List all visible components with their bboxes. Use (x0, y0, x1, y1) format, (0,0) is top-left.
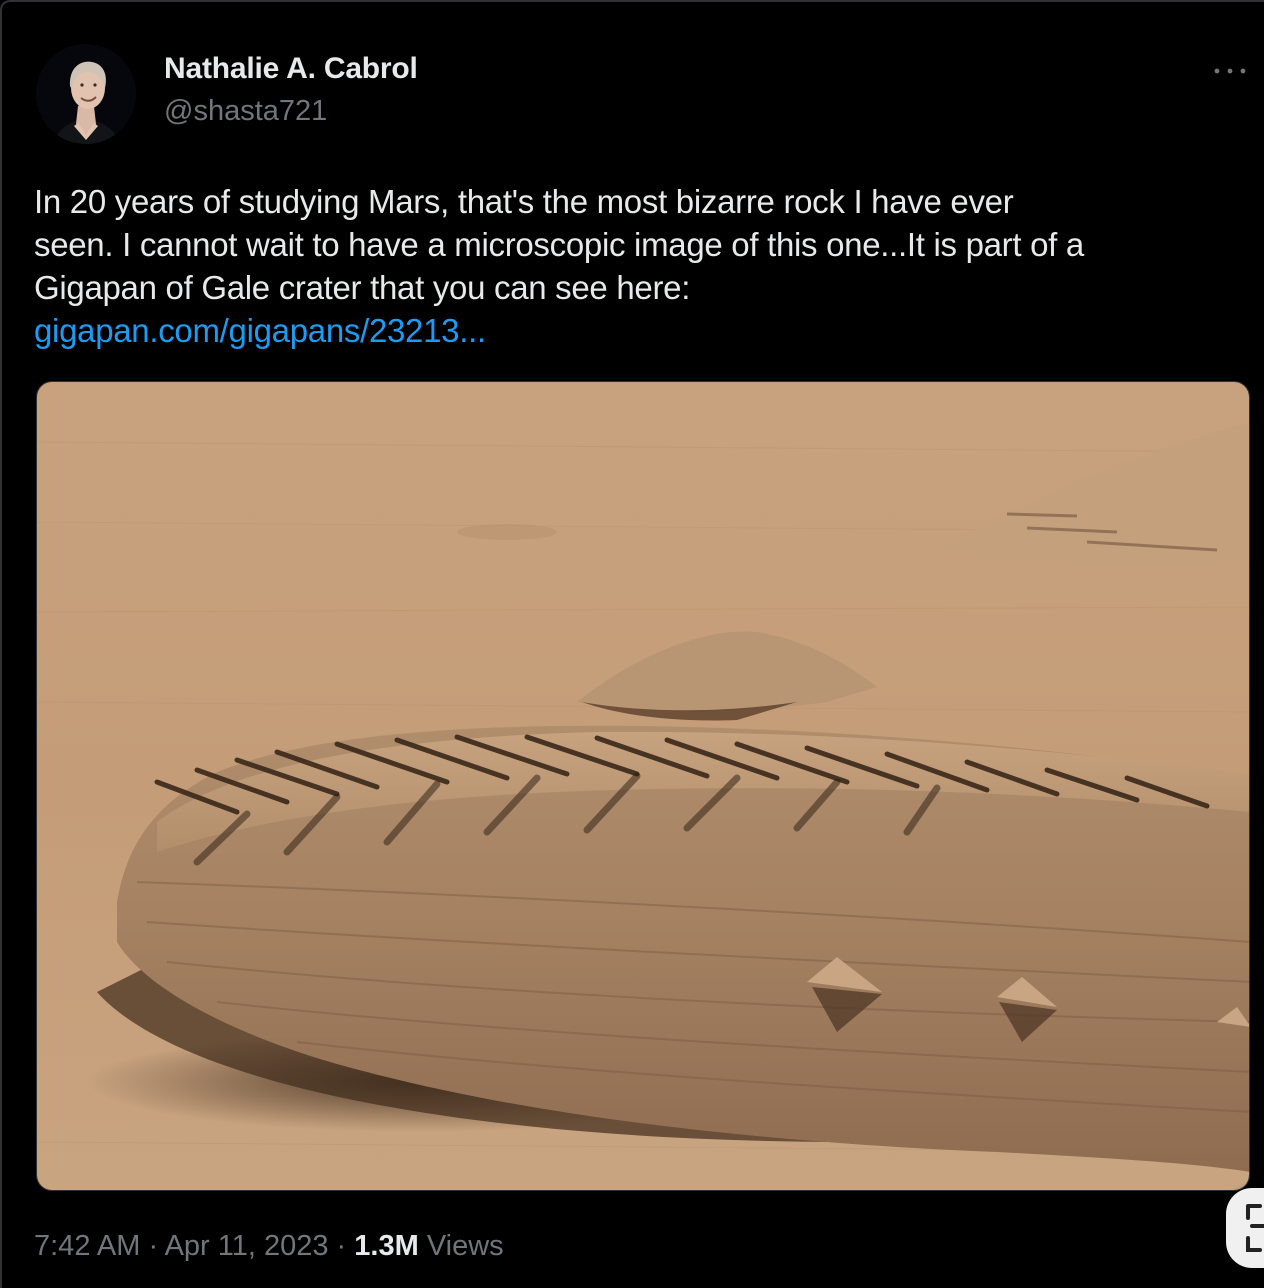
tweet-meta: 7:42 AM · Apr 11, 2023 · 1.3M Views (34, 1230, 504, 1263)
tweet-date[interactable]: Apr 11, 2023 (165, 1230, 329, 1262)
mars-rock-photo (37, 382, 1249, 1190)
more-options-button[interactable] (1208, 56, 1252, 86)
tweet-text-line-1: In 20 years of studying Mars, that's the… (34, 183, 1014, 220)
more-horizontal-icon (1214, 68, 1246, 74)
tweet-text: In 20 years of studying Mars, that's the… (34, 180, 1260, 352)
scan-icon (1246, 1204, 1264, 1252)
tweet-card: Nathalie A. Cabrol @shasta721 In 20 year… (0, 0, 1264, 1288)
meta-separator: · (140, 1230, 165, 1262)
views-count: 1.3M (354, 1230, 419, 1262)
gigapan-link[interactable]: gigapan.com/gigapans/23213... (34, 312, 486, 349)
tweet-text-line-2: seen. I cannot wait to have a microscopi… (34, 226, 1084, 263)
tweet-time[interactable]: 7:42 AM (34, 1230, 140, 1262)
author-display-name[interactable]: Nathalie A. Cabrol (164, 52, 418, 86)
tweet-media-image[interactable] (36, 381, 1250, 1191)
views-label: Views (418, 1230, 504, 1262)
scan-button[interactable] (1226, 1188, 1264, 1268)
avatar-photo (36, 44, 136, 144)
tweet-text-line-3: Gigapan of Gale crater that you can see … (34, 269, 691, 306)
meta-separator: · (328, 1230, 355, 1262)
author-handle[interactable]: @shasta721 (164, 95, 327, 128)
author-avatar[interactable] (36, 44, 136, 144)
